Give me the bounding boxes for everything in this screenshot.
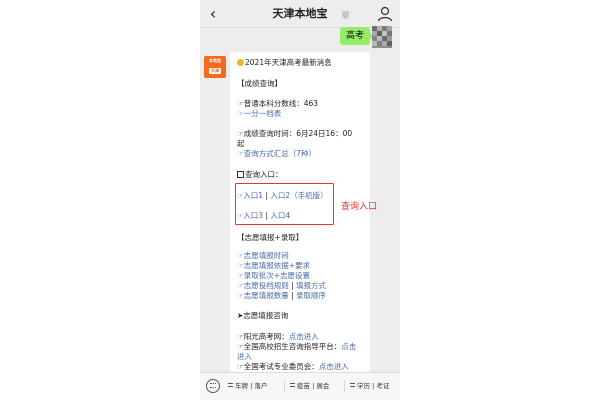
section-consult-title: ➤志愿填报咨询: [237, 311, 289, 320]
menu-item-vaccine-label: 疫苗 | 展会: [297, 382, 330, 390]
back-chevron-icon[interactable]: ‹: [204, 3, 222, 25]
consult-sunshine-link[interactable]: 点击进入: [289, 332, 319, 341]
menu-item-education[interactable]: 学历 | 考证: [350, 381, 389, 391]
consult-platform-row: ☞全国高校招生咨询指导平台：点击: [237, 342, 356, 352]
consult-sunshine-row: ☞阳光高考网：点击进入: [237, 332, 319, 342]
sun-emoji-icon: [237, 59, 244, 66]
menu-lines-icon: [350, 383, 355, 387]
user-message-bubble[interactable]: 高考: [340, 27, 375, 45]
section-score-title: 【成绩查询】: [237, 79, 282, 88]
user-avatar[interactable]: [372, 26, 392, 48]
bot-avatar[interactable]: 本地宝 天津: [204, 56, 226, 78]
volunteer-quantity-link[interactable]: ☞志愿填报数量: [237, 291, 289, 300]
headline-text: 2021年天津高考最新消息: [245, 58, 332, 67]
query-entry-highlight-box: [235, 183, 334, 225]
menu-item-plates-label: 车牌 | 落户: [235, 382, 268, 390]
section-volunteer-title: 【志愿填报+录取】: [237, 233, 304, 242]
query-methods-link[interactable]: ☞查询方式汇总（7种）: [237, 149, 316, 159]
menu-item-plates[interactable]: 车牌 | 落户: [228, 381, 267, 391]
menu-item-vaccine[interactable]: 疫苗 | 展会: [290, 381, 329, 391]
admission-order-link[interactable]: 录取顺序: [296, 291, 326, 300]
user-profile-icon[interactable]: [376, 5, 394, 23]
volunteer-rules-link[interactable]: ☞志愿投档规则: [237, 281, 289, 290]
menu-item-education-label: 学历 | 考证: [357, 382, 390, 390]
query-entry-annotation: 查询入口: [341, 202, 378, 212]
query-time-line1: ☞成绩查询时间：6月24日16：00: [237, 129, 353, 138]
consult-platform-link[interactable]: 点击: [341, 342, 356, 351]
volunteer-time-link[interactable]: ☞志愿填报时间: [237, 251, 289, 261]
bot-avatar-city-tag: 天津: [209, 68, 221, 74]
checkbox-emoji-icon: [237, 171, 244, 178]
bot-avatar-logo-text: 本地宝: [209, 58, 221, 63]
volunteer-quantity-row: ☞志愿填报数量 | 录取顺序: [237, 291, 327, 300]
consult-exam-label: ☞全国考试专业委员会：: [237, 362, 319, 371]
consult-platform-label: ☞全国高校招生咨询指导平台：: [237, 342, 342, 351]
query-entry-label: 查询入口：: [245, 170, 283, 179]
menu-lines-icon: [290, 383, 295, 387]
query-entry-label-row: 查询入口：: [237, 170, 283, 180]
headline-row: 2021年天津高考最新消息: [237, 58, 332, 68]
score-line-label: ☞普通本科分数线：: [237, 99, 304, 108]
volunteer-rules-row: ☞志愿投档规则 | 填报方式: [237, 281, 327, 290]
consult-platform-link-cont[interactable]: 进入: [237, 352, 252, 362]
consult-exam-row: ☞全国考试专业委员会：点击进入: [237, 362, 349, 372]
menu-lines-icon: [228, 383, 233, 387]
menu-divider: [344, 380, 345, 392]
query-time-line2: 起: [237, 139, 245, 148]
verified-shield-icon: [342, 11, 349, 19]
score-line-row: ☞普通本科分数线：463: [237, 99, 318, 109]
consult-sunshine-label: ☞阳光高考网：: [237, 332, 289, 341]
volunteer-basis-link[interactable]: ☞志愿填报依据+要求: [237, 261, 310, 271]
page-title: 天津本地宝: [272, 7, 328, 20]
score-line-value: 463: [303, 99, 319, 108]
keyboard-toggle-icon[interactable]: [206, 379, 220, 393]
volunteer-method-link[interactable]: 填报方式: [296, 281, 326, 290]
volunteer-batches-link[interactable]: ☞录取批次+志愿设置: [237, 271, 310, 281]
score-table-link[interactable]: ☞一分一档表: [237, 109, 281, 119]
menu-divider: [284, 380, 285, 392]
top-nav-bar: ‹ 天津本地宝: [200, 0, 400, 28]
consult-exam-link[interactable]: 点击进入: [319, 362, 349, 371]
bottom-menu-bar: 车牌 | 落户 疫苗 | 展会 学历 | 考证: [200, 372, 400, 400]
